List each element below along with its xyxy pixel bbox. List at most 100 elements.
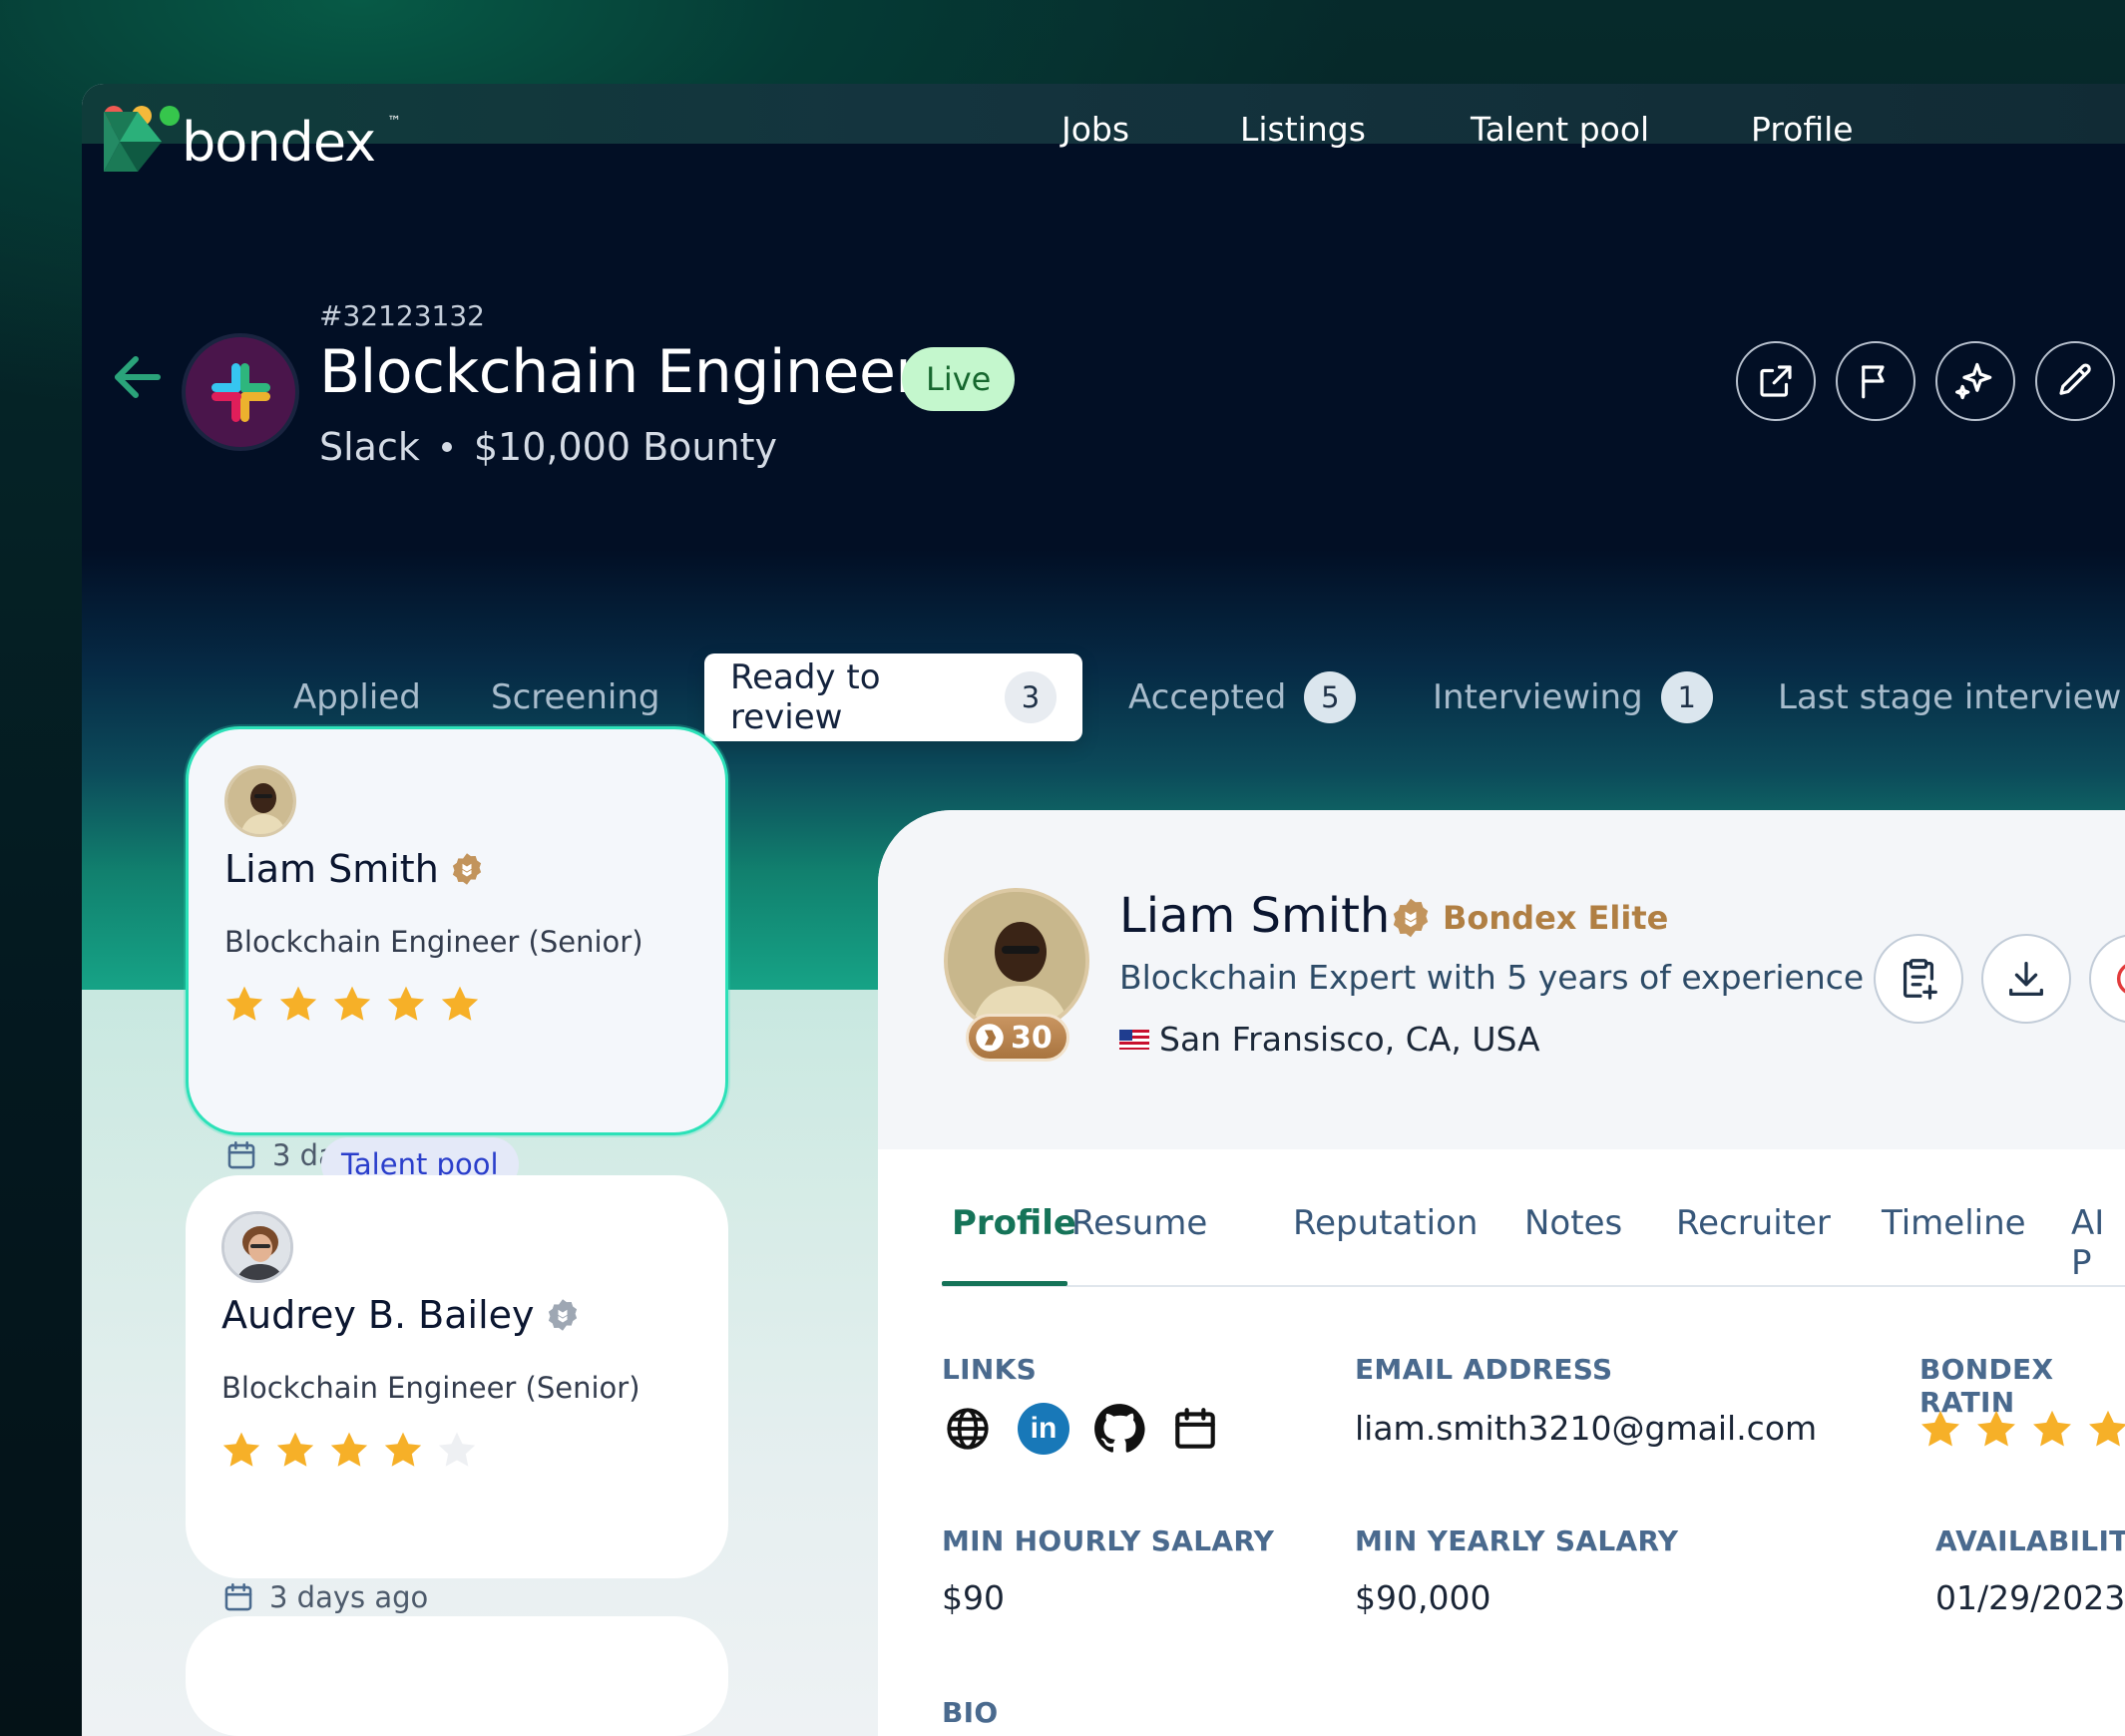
ai-assist-button[interactable] <box>1935 341 2015 421</box>
tab-resume[interactable]: Resume <box>1071 1203 1207 1243</box>
star-filled-icon <box>1977 1410 2015 1447</box>
availability-label: AVAILABILITY <box>1935 1524 2125 1557</box>
candidate-card[interactable]: Audrey B. Bailey Blockchain Engineer (Se… <box>186 1175 728 1614</box>
tab-reputation[interactable]: Reputation <box>1293 1203 1478 1243</box>
candidate-name: Audrey B. Bailey <box>221 1293 581 1337</box>
pencil-icon <box>2059 363 2091 395</box>
candidate-role: Blockchain Engineer (Senior) <box>224 925 643 959</box>
stage-label: Accepted <box>1128 677 1287 717</box>
tab-timeline[interactable]: Timeline <box>1882 1203 2026 1243</box>
candidate-card[interactable] <box>186 1616 728 1736</box>
availability-value: 01/29/2023 <box>1935 1578 2125 1617</box>
links-label: LINKS <box>942 1353 1038 1386</box>
globe-icon <box>947 1408 989 1450</box>
reputation-score: 30 <box>1011 1020 1053 1056</box>
calendar-icon <box>224 1582 252 1611</box>
star-filled-icon <box>2033 1410 2071 1447</box>
star-filled-icon <box>333 986 371 1021</box>
tier-badge: Bondex Elite <box>1389 896 1668 940</box>
stage-label: Applied <box>293 677 421 717</box>
stage-tab-last-stage-interview[interactable]: Last stage interview <box>1778 653 2121 741</box>
tab-ai[interactable]: AI P <box>2071 1203 2125 1283</box>
calendar-icon <box>1175 1408 1215 1449</box>
stage-tab-ready-to-review[interactable]: Ready to review 3 <box>704 653 1082 741</box>
external-link-icon <box>1760 365 1792 397</box>
avatar <box>221 1211 293 1283</box>
nav-listings[interactable]: Listings <box>1240 110 1366 149</box>
candidate-name: Liam Smith <box>224 847 485 891</box>
stage-tab-interviewing[interactable]: Interviewing 1 <box>1433 653 1713 741</box>
elite-badge-icon <box>1393 898 1429 938</box>
download-icon <box>2009 962 2043 996</box>
website-link[interactable] <box>942 1403 994 1455</box>
flag-button[interactable] <box>1836 341 1915 421</box>
applied-date-row: 3 days ago <box>221 1580 428 1614</box>
nav-jobs[interactable]: Jobs <box>1062 110 1129 149</box>
active-tab-indicator <box>942 1281 1067 1286</box>
tab-recruiter[interactable]: Recruiter <box>1676 1203 1831 1243</box>
download-button[interactable] <box>1981 934 2071 1024</box>
star-filled-icon <box>2089 1410 2125 1447</box>
tab-notes[interactable]: Notes <box>1524 1203 1622 1243</box>
candidate-card-selected[interactable]: Liam Smith Blockchain Engineer (Senior) … <box>186 726 728 1172</box>
email-label: EMAIL ADDRESS <box>1355 1353 1613 1386</box>
github-icon <box>1094 1404 1145 1453</box>
star-filled-icon <box>384 1432 422 1467</box>
star-filled-icon <box>330 1432 368 1467</box>
brand-trademark: ™ <box>387 114 402 130</box>
tab-divider <box>942 1285 2125 1287</box>
calendar-link[interactable] <box>1169 1403 1221 1455</box>
rating-stars <box>222 983 482 1027</box>
candidate-name: Liam Smith <box>1119 888 1391 944</box>
linkedin-link[interactable]: in <box>1018 1403 1069 1455</box>
min-yearly-value: $90,000 <box>1355 1578 1491 1617</box>
nav-talent-pool[interactable]: Talent pool <box>1471 110 1649 149</box>
stage-label: Ready to review <box>730 657 881 737</box>
stage-count: 1 <box>1660 671 1713 723</box>
min-hourly-value: $90 <box>942 1578 1005 1617</box>
job-id: #32123132 <box>319 299 485 332</box>
candidate-name-text: Liam Smith <box>224 847 439 891</box>
star-filled-icon <box>276 1432 314 1467</box>
stage-label: Last stage interview <box>1778 677 2122 717</box>
tier-label: Bondex Elite <box>1443 899 1669 937</box>
stage-count: 3 <box>1005 671 1057 723</box>
bondex-logo[interactable]: bondex ™ <box>100 110 401 174</box>
github-link[interactable] <box>1093 1403 1145 1455</box>
avatar <box>224 765 296 837</box>
nav-profile[interactable]: Profile <box>1751 110 1854 149</box>
candidate-avatar <box>944 888 1089 1034</box>
bondex-rating-stars <box>1917 1407 2125 1453</box>
clipboard-add-icon <box>1903 959 1937 1000</box>
separator-dot <box>441 442 452 452</box>
job-subtitle: Slack $10,000 Bounty <box>319 425 777 469</box>
elite-badge-icon <box>452 853 481 885</box>
candidate-role: Blockchain Engineer (Senior) <box>221 1371 640 1405</box>
edit-job-button[interactable] <box>2035 341 2115 421</box>
add-note-button[interactable] <box>1874 934 1963 1024</box>
tab-profile[interactable]: Profile <box>952 1203 1076 1243</box>
reject-icon <box>2116 964 2125 994</box>
stage-count: 5 <box>1304 671 1357 723</box>
candidate-name-text: Audrey B. Bailey <box>221 1293 535 1337</box>
candidate-headline: Blockchain Expert with 5 years of experi… <box>1119 958 1865 997</box>
open-external-button[interactable] <box>1736 341 1816 421</box>
brand-name: bondex <box>182 110 376 174</box>
stage-tab-accepted[interactable]: Accepted 5 <box>1128 653 1357 741</box>
bio-label: BIO <box>942 1696 999 1729</box>
bondex-logo-icon <box>104 112 162 172</box>
flag-icon <box>1862 365 1885 399</box>
star-filled-icon <box>441 986 479 1021</box>
email-value[interactable]: liam.smith3210@gmail.com <box>1355 1409 1817 1448</box>
sparkles-icon <box>1955 362 1992 400</box>
stage-label: Interviewing <box>1433 677 1643 717</box>
star-filled-icon <box>225 986 263 1021</box>
star-filled-icon <box>387 986 425 1021</box>
calendar-icon <box>227 1140 255 1169</box>
min-hourly-label: MIN HOURLY SALARY <box>942 1524 1275 1557</box>
location-text: San Fransisco, CA, USA <box>1159 1020 1540 1059</box>
linkedin-text: in <box>1030 1412 1058 1445</box>
candidate-location: San Fransisco, CA, USA <box>1119 1020 1540 1059</box>
us-flag-icon <box>1119 1029 1149 1050</box>
reputation-score-badge: 30 <box>966 1014 1069 1062</box>
